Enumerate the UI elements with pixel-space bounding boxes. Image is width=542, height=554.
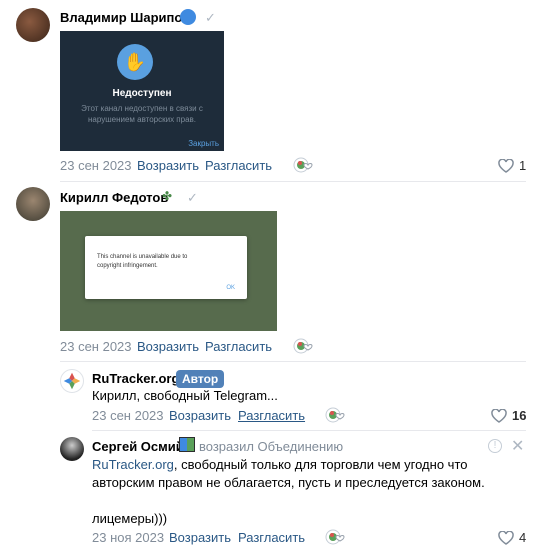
attached-image[interactable]: This channel is unavailable due to copyr… [60, 211, 277, 331]
share-button[interactable]: Разгласить [205, 339, 272, 354]
avatar[interactable] [60, 437, 84, 461]
comment-author[interactable]: Кирилл Федотов [60, 190, 168, 205]
comment-text: RuTracker.org, свободный только для торг… [92, 456, 522, 528]
comment-date[interactable]: 23 ноя 2023 [92, 530, 164, 545]
reply-button[interactable]: Возразить [169, 408, 231, 423]
reaction-icon[interactable] [324, 528, 348, 549]
like-count: 4 [519, 530, 527, 545]
heart-icon [498, 530, 514, 545]
comment-author[interactable]: Сергей Осмий [92, 439, 184, 454]
like-button[interactable]: 1 [498, 158, 526, 173]
author-badge: Автор [176, 370, 225, 388]
image-body: Этот канал недоступен в связи с нарушени… [81, 104, 203, 124]
divider [60, 361, 526, 362]
comment-date[interactable]: 23 сен 2023 [60, 158, 132, 173]
image-title: Недоступен [112, 88, 172, 99]
comment-text: Кирилл, свободный Telegram... [92, 388, 278, 403]
like-count: 1 [519, 158, 527, 173]
share-button[interactable]: Разгласить [205, 158, 272, 173]
reply-button[interactable]: Возразить [169, 530, 231, 545]
comment-text-part: авторским правом не облагается, пусть и … [92, 475, 485, 490]
sticker-icon: ✤ [162, 189, 173, 203]
mention-link[interactable]: RuTracker.org [92, 457, 174, 472]
avatar[interactable] [60, 369, 84, 393]
heart-icon [498, 158, 514, 173]
check-icon: ✓ [205, 10, 216, 25]
reaction-icon[interactable] [324, 406, 348, 427]
comment-text-part: , свободный только для торговли чем угод… [173, 457, 468, 472]
image-close: Закрыть [188, 139, 219, 148]
reply-button[interactable]: Возразить [137, 158, 199, 173]
check-icon: ✓ [187, 190, 198, 205]
flag-icon [179, 437, 195, 452]
divider [92, 430, 526, 431]
heart-icon [491, 408, 507, 423]
report-icon[interactable]: ! [488, 439, 502, 453]
hand-stop-icon: ✋ [117, 44, 153, 80]
attached-image[interactable]: ✋ Недоступен Этот канал недоступен в свя… [60, 31, 224, 151]
like-button[interactable]: 4 [498, 530, 526, 545]
share-button[interactable]: Разгласить [238, 530, 305, 545]
reaction-icon[interactable] [292, 156, 316, 177]
comment-author[interactable]: RuTracker.org [92, 371, 179, 386]
like-button[interactable]: 16 [491, 408, 526, 423]
comment-text-part: лицемеры))) [92, 511, 168, 526]
share-button[interactable]: Разгласить [238, 408, 305, 423]
replied-to[interactable]: возразил Объединению [199, 439, 343, 454]
avatar[interactable] [16, 8, 50, 42]
comment-author[interactable]: Владимир Шарипов [60, 10, 190, 25]
like-count: 16 [512, 408, 527, 423]
divider [60, 181, 526, 182]
reaction-icon[interactable] [292, 337, 316, 358]
avatar[interactable] [16, 187, 50, 221]
comment-date[interactable]: 23 сен 2023 [60, 339, 132, 354]
dialog-ok: OK [226, 285, 235, 291]
verified-icon [180, 9, 196, 25]
dialog-box: This channel is unavailable due to copyr… [85, 236, 247, 299]
comment-date[interactable]: 23 сен 2023 [92, 408, 164, 423]
rutracker-logo-icon [63, 372, 81, 390]
reply-button[interactable]: Возразить [137, 339, 199, 354]
dialog-text: This channel is unavailable due to copyr… [97, 254, 188, 269]
close-icon[interactable]: ✕ [511, 436, 524, 456]
